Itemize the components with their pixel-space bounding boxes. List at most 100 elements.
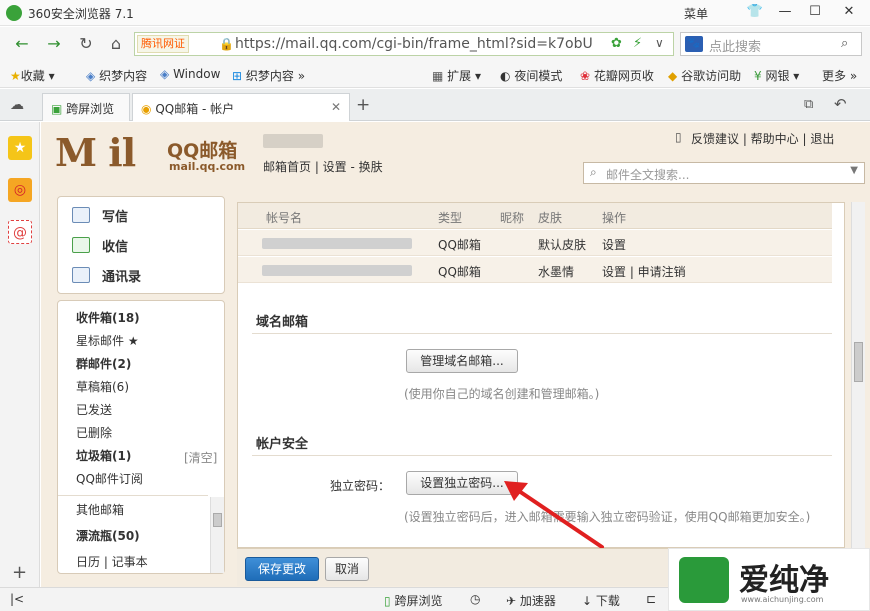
quick-actions-panel: 写信 收信 通讯录 [57,196,225,294]
night-mode-button[interactable]: ◐ 夜间模式 [500,67,562,84]
folder-scrollbar[interactable] [210,497,224,573]
close-window-button[interactable]: ✕ [834,0,864,24]
inbox-download-icon [72,237,90,253]
sidebar-toggle-icon[interactable]: |< [10,592,24,606]
folders-panel: 收件箱(18) 星标邮件 ★ 群邮件(2) 草稿箱(6) 已发送已删除垃圾箱(1) QQ邮… [57,300,225,574]
bookmark-item[interactable]: ❀ 花瓣网页收 [580,67,654,84]
folder-item[interactable]: 已发送 [76,401,112,418]
speed-icon[interactable]: ✿ [611,36,622,51]
tab-qq-mail[interactable]: ◉ QQ邮箱 - 帐户 ✕ [132,93,350,121]
address-bar[interactable]: 腾讯网证 🔒 https://mail.qq.com/cgi-bin/frame… [134,32,674,56]
col-skin: 皮肤 [538,211,563,225]
bank-icon: ¥ [754,69,762,83]
extension-icon: ▦ [432,69,444,83]
top-links[interactable]: 反馈建议 | 帮助中心 | 退出 [691,130,834,147]
folder-item[interactable]: 草稿箱(6) [76,378,129,395]
compose-button[interactable]: 写信 [102,206,128,225]
col-type: 类型 [438,211,463,225]
cancel-button[interactable]: 取消 [325,557,369,581]
cloud-icon[interactable]: ☁ [10,97,24,113]
favorites-star-icon[interactable]: ★ [8,136,32,160]
add-sidebar-button[interactable]: + [12,562,27,583]
back-button[interactable]: ← [10,33,34,55]
bookmark-item[interactable]: ◈ Window [160,67,220,81]
rocket-icon: ✈ [506,594,517,608]
folder-item[interactable]: 群邮件(2) [76,355,131,372]
mobile-icon[interactable]: ▯ [675,130,682,144]
status-label: 加速器 [519,594,556,608]
refresh-button[interactable]: ↻ [74,33,98,55]
divider [58,495,208,496]
folder-item[interactable]: QQ邮件订阅 [76,470,143,487]
folder-item[interactable]: 其他邮箱 [76,501,124,518]
mail-at-icon[interactable]: @ [8,220,32,244]
folder-item[interactable]: 星标邮件 ★ [76,332,139,349]
status-download[interactable]: ↓ 下载 [582,592,620,609]
status-cross-screen[interactable]: ▯ 跨屏浏览 [384,592,442,609]
compose-icon [72,207,90,223]
home-button[interactable]: ⌂ [104,33,128,55]
windows-icon: ⊞ [232,69,243,83]
weibo-icon[interactable]: ◎ [8,178,32,202]
bookmark-item[interactable]: ¥ 网银 ▾ [754,67,799,84]
folder-item[interactable]: 漂流瓶(50) [76,527,140,544]
cell-action[interactable]: 设置 | 申请注销 [602,263,686,280]
arrow-head [504,481,528,501]
scroll-thumb[interactable] [213,513,222,527]
cell-action[interactable]: 设置 [602,236,626,253]
clear-trash-link[interactable]: [清空] [184,449,217,466]
extensions-button[interactable]: ▦ 扩展 ▾ [432,67,481,84]
site-badge[interactable]: 腾讯网证 [137,35,189,53]
folder-item[interactable]: 收件箱(18) [76,309,140,326]
watermark-logo [679,557,729,603]
contacts-button[interactable]: 通讯录 [102,266,141,285]
search-icon[interactable]: ⌕ [841,36,848,51]
folder-item[interactable]: 垃圾箱(1) [76,447,131,464]
history-icon[interactable]: ◷ [470,592,480,606]
status-accelerator[interactable]: ✈ 加速器 [506,592,556,609]
tab-cross-screen[interactable]: ▣ 跨屏浏览 [42,93,130,121]
undo-close-icon[interactable]: ↶ [834,95,847,113]
chevron-down-icon[interactable]: ▼ [850,165,858,176]
receive-button[interactable]: 收信 [102,236,128,255]
menu-button[interactable]: 菜单 [684,5,708,22]
manage-domain-button[interactable]: 管理域名邮箱... [406,349,518,373]
mail-search-input[interactable]: ⌕ 邮件全文搜索... ▼ [583,162,865,184]
tab-list-icon[interactable]: ⧉ [804,97,813,112]
folder-item[interactable]: 已删除 [76,424,112,441]
col-action: 操作 [602,211,627,225]
url-text[interactable]: https://mail.qq.com/cgi-bin/frame_html?s… [235,36,593,52]
bookmark-item[interactable]: ◈ 织梦内容 [86,67,147,84]
browser-search-input[interactable]: 🐾 点此搜索 ⌕ [680,32,862,56]
security-section-title: 帐户安全 [256,437,309,452]
minimize-button[interactable]: — [770,0,800,24]
layout-icon[interactable]: ⊏ [646,592,656,606]
bookmark-item[interactable]: ◆ 谷歌访问助 [668,67,741,84]
bookmark-item[interactable]: ⊞ 织梦内容 » [232,67,305,84]
new-tab-button[interactable]: + [356,95,370,115]
content-scrollbar[interactable] [851,202,865,548]
chevron-down-icon[interactable]: ∨ [655,36,664,50]
tab-label: 跨屏浏览 [66,102,115,116]
bookmark-favorites[interactable]: ★收藏 ▾ [10,67,55,84]
scroll-thumb[interactable] [854,342,863,382]
bookmark-label: 夜间模式 [514,69,563,83]
accounts-table-header: 帐号名 类型 昵称 皮肤 操作 [238,203,832,229]
mail-search-placeholder: 邮件全文搜索... [606,168,690,182]
close-tab-icon[interactable]: ✕ [331,100,341,114]
site-badge-label: 腾讯网 [141,37,174,50]
lightning-icon[interactable]: ⚡ [633,36,642,51]
save-button[interactable]: 保存更改 [245,557,319,581]
maximize-button[interactable]: ☐ [800,0,830,24]
bookmark-label: 谷歌访问助 [681,69,742,83]
forward-button[interactable]: → [42,33,66,55]
skin-icon[interactable]: 👕 [740,0,770,24]
qq-mail-logo[interactable]: M il [55,130,136,175]
star-icon: ★ [10,69,21,83]
qq-mail-icon: ◉ [141,102,152,116]
folder-item[interactable]: 日历 | 记事本 [76,553,148,570]
lock-icon: 🔒 [219,37,234,51]
cross-screen-icon: ▯ [384,594,391,608]
more-bookmarks[interactable]: 更多 » [822,67,857,84]
mail-top-nav[interactable]: 邮箱首页 | 设置 - 换肤 [263,158,383,175]
